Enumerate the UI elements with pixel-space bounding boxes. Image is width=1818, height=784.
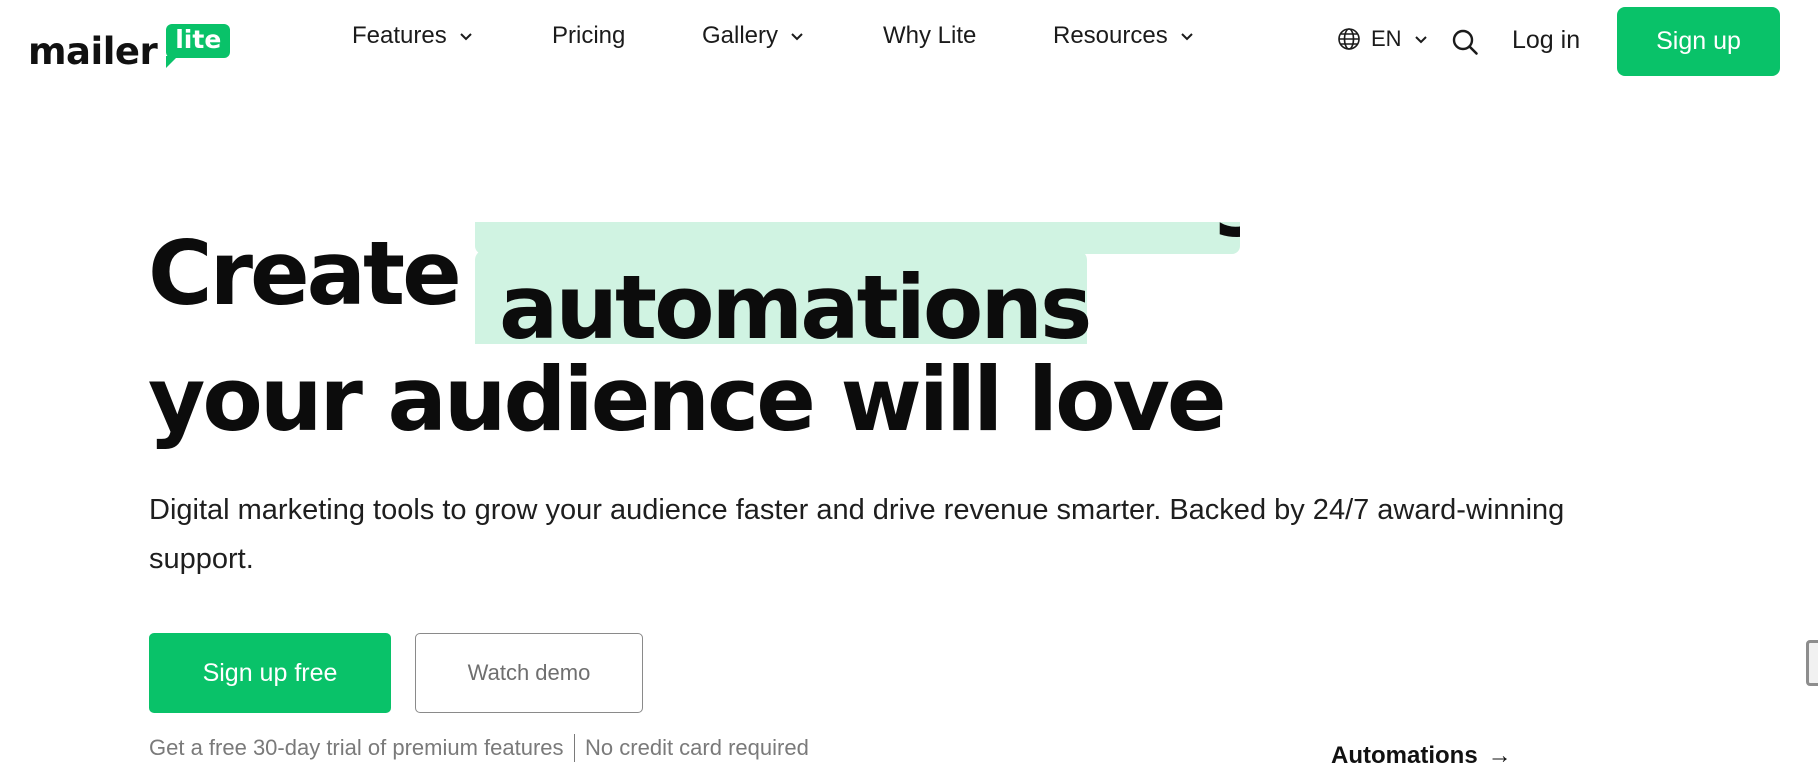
chevron-down-icon <box>1414 36 1427 44</box>
nav-item-why-lite[interactable]: Why Lite <box>883 22 976 50</box>
sign-up-free-button[interactable]: Sign up free <box>149 633 391 713</box>
mailerlite-logo[interactable]: mailer lite <box>28 12 231 73</box>
hero-title-suffix: your audience will love <box>148 348 1227 451</box>
hero-title-prefix: Create <box>148 222 462 325</box>
rotating-word-prev: email marketing <box>505 222 1240 232</box>
language-selector[interactable]: EN <box>1337 26 1428 52</box>
watch-demo-button[interactable]: Watch demo <box>415 633 643 713</box>
nav-item-label: Gallery <box>702 22 779 49</box>
trial-note: Get a free 30-day trial of premium featu… <box>149 734 809 762</box>
logo-wordmark: mailer <box>28 30 158 73</box>
top-navigation: mailer lite Features Pricing Gallery Why… <box>0 0 1818 82</box>
trial-note-left: Get a free 30-day trial of premium featu… <box>149 735 564 760</box>
nav-item-label: Pricing <box>552 22 626 49</box>
chevron-down-icon <box>460 33 472 41</box>
side-widget-handle[interactable] <box>1806 640 1818 686</box>
nav-item-label: Features <box>352 22 447 49</box>
hero-rotating-words: email marketing automations <box>475 222 1240 344</box>
nav-item-pricing[interactable]: Pricing <box>552 22 625 50</box>
signup-button[interactable]: Sign up <box>1617 7 1780 76</box>
arrow-right-icon: → <box>1487 742 1512 769</box>
automations-feature-link[interactable]: Automations → <box>1331 742 1512 770</box>
divider <box>573 734 576 762</box>
rotating-word-current: automations <box>499 256 1092 345</box>
nav-item-features[interactable]: Features <box>352 22 473 50</box>
nav-item-gallery[interactable]: Gallery <box>702 22 804 50</box>
nav-item-label: Resources <box>1053 22 1168 49</box>
login-link[interactable]: Log in <box>1512 26 1580 55</box>
trial-note-right: No credit card required <box>585 735 809 760</box>
nav-item-resources[interactable]: Resources <box>1053 22 1194 50</box>
feature-link-label: Automations <box>1331 742 1478 769</box>
hero-subtitle: Digital marketing tools to grow your aud… <box>149 494 1565 575</box>
search-icon[interactable] <box>1451 28 1479 56</box>
language-code: EN <box>1371 26 1402 51</box>
logo-badge: lite <box>166 24 231 68</box>
chevron-down-icon <box>791 33 803 41</box>
chevron-down-icon <box>1181 33 1193 41</box>
nav-item-label: Why Lite <box>883 22 977 49</box>
globe-icon <box>1338 28 1360 50</box>
